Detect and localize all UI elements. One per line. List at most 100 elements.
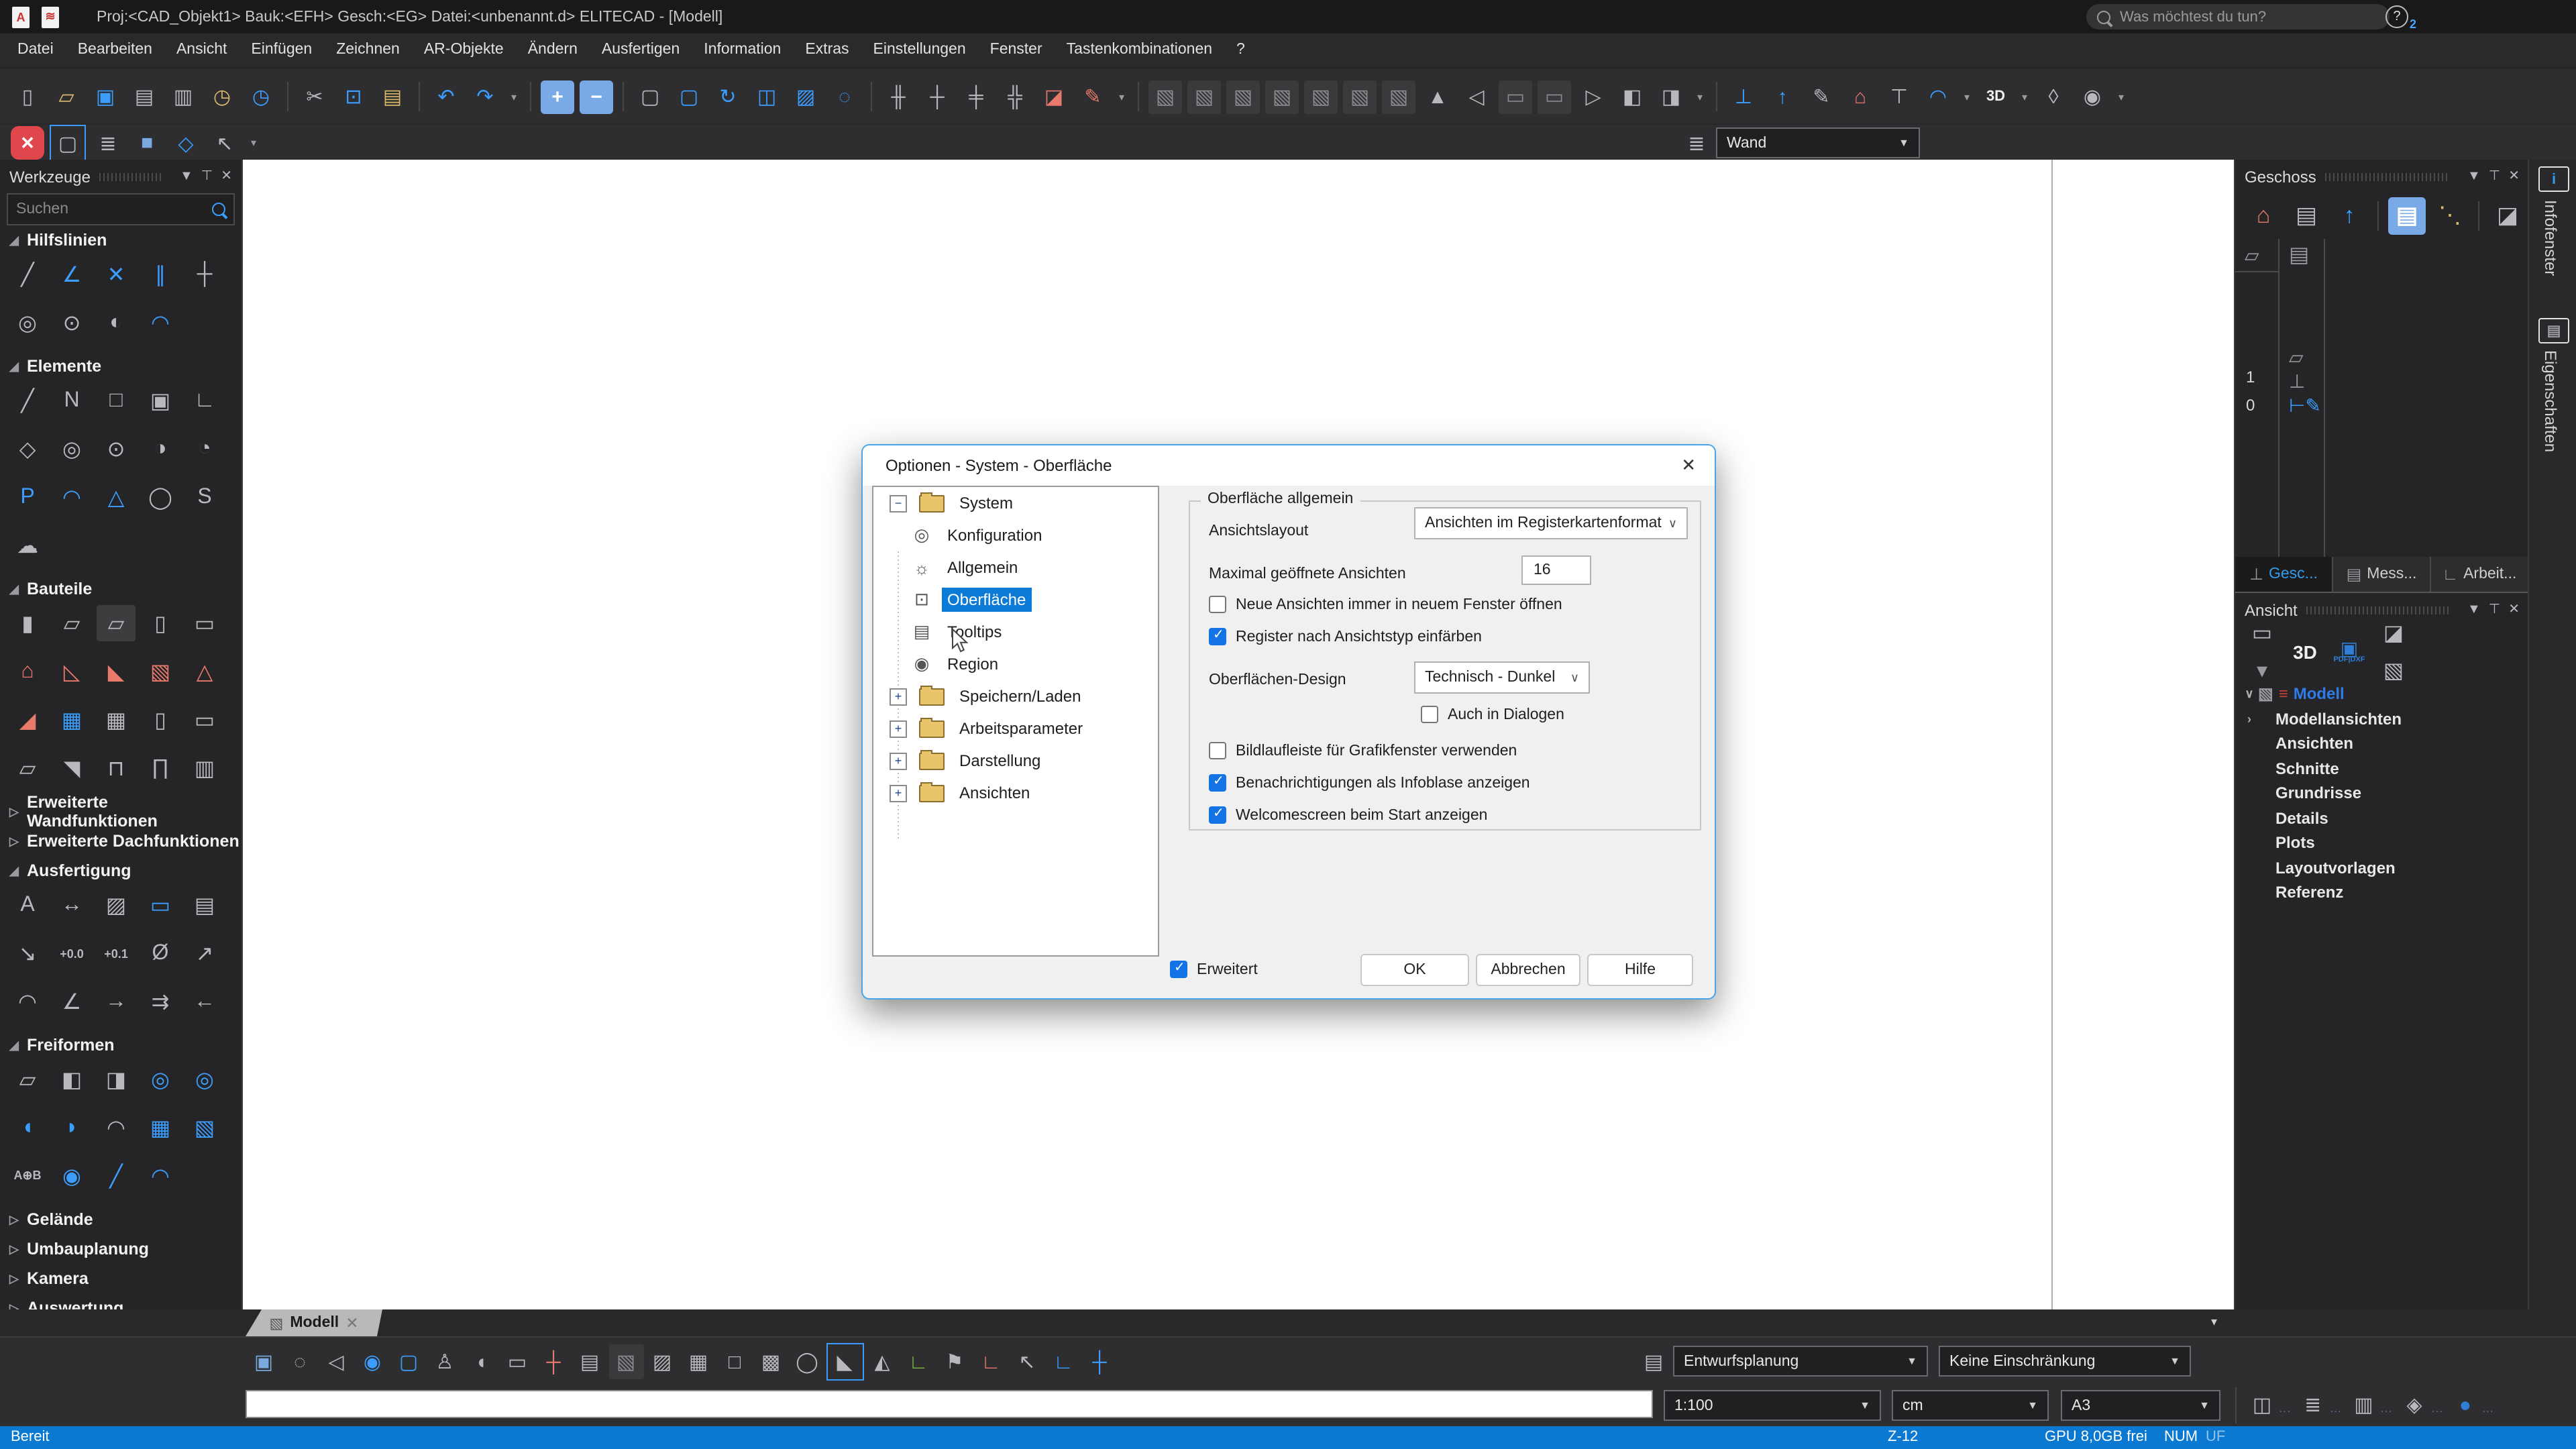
tool-icon-icon[interactable]: N xyxy=(52,382,91,419)
tool-icon-icon[interactable]: △ xyxy=(97,479,136,515)
expand-box-icon[interactable]: + xyxy=(890,688,907,705)
tool-icon-icon[interactable]: ⌂ xyxy=(8,653,47,690)
view-box-1-icon[interactable]: ▭ xyxy=(1499,80,1532,113)
sidebar-tab[interactable]: ⊥ Gesc... xyxy=(2235,557,2333,592)
info-window-icon[interactable]: i xyxy=(2538,166,2569,192)
pin-icon[interactable]: ⊤ xyxy=(2489,169,2500,184)
view-box-2-icon[interactable]: ▭ xyxy=(1538,80,1571,113)
axis-green-icon[interactable]: ∟ xyxy=(901,1344,936,1379)
camera-more-icon[interactable]: ▾ xyxy=(2114,80,2128,113)
cut-icon[interactable]: ✂ xyxy=(298,80,331,113)
zoom-in-icon[interactable]: + xyxy=(541,80,574,113)
hatch-4-icon[interactable]: ▧ xyxy=(1265,80,1299,113)
viewport-split-icon[interactable]: ▭ xyxy=(500,1344,535,1379)
tool-icon-icon[interactable]: ▮ xyxy=(8,605,47,641)
align-icon[interactable]: ╬ xyxy=(998,80,1032,113)
scale-combo[interactable]: 1:100 ▼ xyxy=(1664,1390,1881,1421)
tool-icon-icon[interactable]: ∠ xyxy=(52,256,91,292)
tools-search-input[interactable]: Suchen xyxy=(7,193,235,225)
view-more-icon[interactable]: ▾ xyxy=(1693,80,1707,113)
menu-item[interactable]: Ändern xyxy=(516,34,590,67)
tab-infofenster[interactable]: Infofenster xyxy=(2541,200,2560,276)
menu-item[interactable]: Tastenkombinationen xyxy=(1055,34,1224,67)
pin-icon[interactable]: ⊤ xyxy=(2489,602,2500,617)
copy-view-left-icon[interactable]: ◧ xyxy=(1615,80,1649,113)
hatch-7-icon[interactable]: ▧ xyxy=(1382,80,1415,113)
section-header[interactable]: ▷ Umbauplanung xyxy=(0,1234,241,1264)
section-header[interactable]: ◢ Elemente xyxy=(0,352,241,381)
tool-icon-icon[interactable]: ◠ xyxy=(97,1110,136,1146)
layer-manager-icon[interactable]: ≣ xyxy=(2297,1389,2329,1421)
sphere-view-icon[interactable]: ◯ xyxy=(790,1344,824,1379)
tool-icon-icon[interactable]: ⇉ xyxy=(141,983,180,1020)
wireframe-icon[interactable]: ▨ xyxy=(645,1344,680,1379)
plumb-icon[interactable]: ◊ xyxy=(2037,80,2070,113)
checkbox-bildlaufleiste[interactable]: Bildlaufleiste für Grafikfenster verwend… xyxy=(1209,742,1517,759)
app-icon[interactable]: A xyxy=(12,6,30,28)
storey-structure-icon[interactable]: ⋱ xyxy=(2431,197,2469,235)
open-file-icon[interactable]: ▱ xyxy=(50,80,83,113)
options-tree-item[interactable]: ⊡ Oberfläche xyxy=(873,584,1158,616)
trim-icon[interactable]: ┼ xyxy=(920,80,954,113)
slab-icon[interactable]: ▱ xyxy=(2289,346,2304,369)
section-header[interactable]: ▷ Auswertung xyxy=(0,1293,241,1309)
stretch-icon[interactable]: ╫ xyxy=(881,80,915,113)
menu-item[interactable]: Information xyxy=(692,34,793,67)
roof-icon[interactable]: ⌂ xyxy=(1843,80,1877,113)
checkbox-benachrichtigungen[interactable]: Benachrichtigungen als Infoblase anzeige… xyxy=(1209,774,1530,792)
panel-menu-icon[interactable]: ▼ xyxy=(2467,169,2481,184)
tool-icon-icon[interactable]: ◎ xyxy=(52,431,91,467)
print-preview-icon[interactable]: ▥ xyxy=(166,80,200,113)
tool-icon-icon[interactable]: ◢ xyxy=(8,702,47,738)
checkbox-icon[interactable] xyxy=(1209,742,1226,759)
storey-number[interactable]: 1 xyxy=(2246,368,2255,386)
tool-icon-icon[interactable]: ▦ xyxy=(97,702,136,738)
print-icon[interactable]: ▤ xyxy=(127,80,161,113)
view-tree-item[interactable]: Layoutvorlagen xyxy=(2241,855,2529,880)
3d-button[interactable]: 3D xyxy=(2286,633,2324,670)
hatch-1-icon[interactable]: ▧ xyxy=(1148,80,1182,113)
menu-item[interactable]: Einstellungen xyxy=(861,34,978,67)
storey-number[interactable]: 0 xyxy=(2246,396,2255,415)
copy-icon[interactable]: ⊡ xyxy=(337,80,370,113)
view-tree-item[interactable]: Schnitte xyxy=(2241,756,2529,781)
tool-icon-icon[interactable]: A⊕B xyxy=(8,1158,47,1194)
panel-menu-icon[interactable]: ▼ xyxy=(180,169,193,184)
layers-icon[interactable]: ≣ xyxy=(1680,126,1713,160)
open-recent-icon[interactable]: ◷ xyxy=(205,80,239,113)
storey-up-icon[interactable]: ↑ xyxy=(2330,197,2368,235)
hatch-3-icon[interactable]: ▧ xyxy=(1226,80,1260,113)
tool-icon-icon[interactable]: ╱ xyxy=(8,256,47,292)
tool-icon-icon[interactable]: ◑ xyxy=(141,431,180,467)
tool-icon-icon[interactable]: A xyxy=(8,887,47,923)
tool-icon-icon[interactable]: ◐ xyxy=(97,305,136,341)
axis-flag-icon[interactable]: ⚑ xyxy=(937,1344,972,1379)
tool-icon-icon[interactable]: ⊓ xyxy=(97,750,136,786)
section-header[interactable]: ▷ Kamera xyxy=(0,1264,241,1293)
tool-icon-icon[interactable]: ▱ xyxy=(52,605,91,641)
view-tree-item[interactable]: › Modellansichten xyxy=(2241,706,2529,731)
tool-icon-icon[interactable]: ↔ xyxy=(52,887,91,923)
copy-element-icon[interactable]: ▢ xyxy=(672,80,706,113)
3d-more-icon[interactable]: ▾ xyxy=(2018,80,2031,113)
tool-icon-icon[interactable]: ▧ xyxy=(185,1110,224,1146)
save-file-icon[interactable]: ▣ xyxy=(89,80,122,113)
section-header[interactable]: ◢ Hilfslinien xyxy=(0,225,241,255)
section-header[interactable]: ▷ Gelände xyxy=(0,1205,241,1234)
viewport-more-icon[interactable]: ▾ xyxy=(2243,651,2281,689)
sidebar-tab[interactable]: ▤ Mess... xyxy=(2333,557,2431,592)
properties-icon[interactable]: ▤ xyxy=(2538,318,2569,343)
tool-icon-icon[interactable]: ▭ xyxy=(141,887,180,923)
vertex-select-icon[interactable]: ◇ xyxy=(169,126,203,160)
tool-icon-icon[interactable]: ╱ xyxy=(97,1158,136,1194)
delete-icon[interactable]: ◪ xyxy=(1037,80,1071,113)
tool-icon-icon[interactable]: ∥ xyxy=(141,256,180,292)
copy-view-right-icon[interactable]: ◨ xyxy=(1654,80,1688,113)
tools-panel-header[interactable]: Werkzeuge ▼ ⊤ ✕ xyxy=(0,160,241,193)
tool-icon-icon[interactable]: +0.1 xyxy=(97,935,136,971)
menu-item[interactable]: ? xyxy=(1224,34,1257,67)
view-tree-item[interactable]: Details xyxy=(2241,806,2529,830)
tool-icon-icon[interactable]: ← xyxy=(185,983,224,1020)
layer-select-icon[interactable]: ≣ xyxy=(91,126,125,160)
hidden-line-icon[interactable]: ▧ xyxy=(608,1344,643,1379)
